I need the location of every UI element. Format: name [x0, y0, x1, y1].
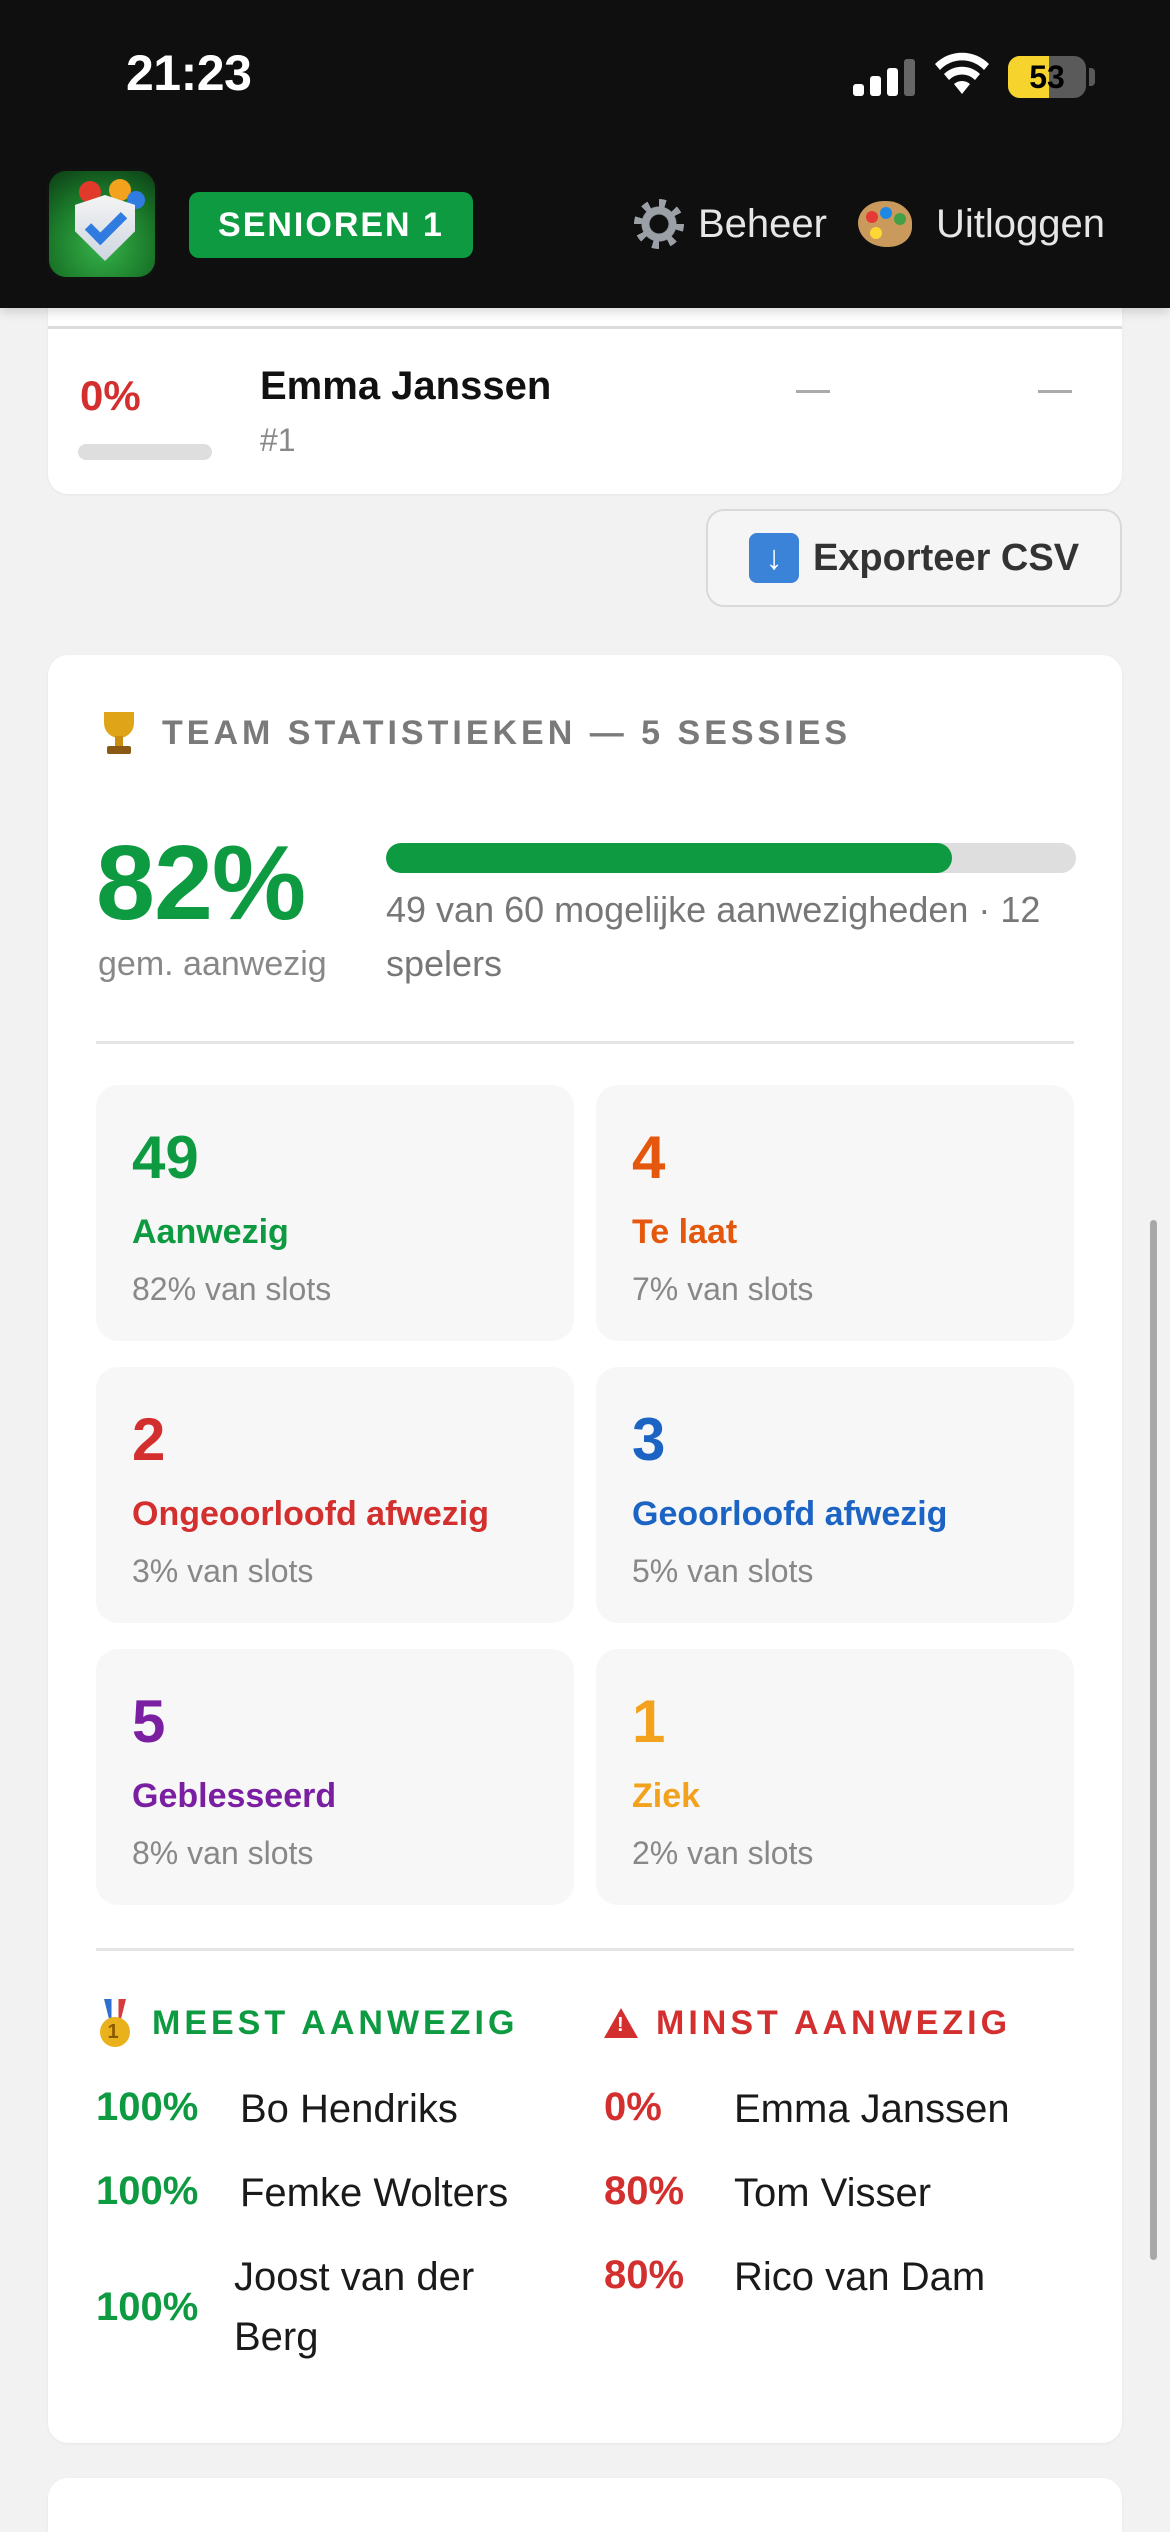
export-csv-label: Exporteer CSV — [812, 536, 1080, 579]
scrollbar[interactable] — [1150, 1220, 1157, 2260]
rank-percent: 80% — [604, 2169, 685, 2213]
tile-value: 3 — [632, 1406, 666, 1473]
app-header: 21:23 53 SENIOREN 1 Beheer Uitloggen — [0, 0, 1170, 308]
stats-title: TEAM STATISTIEKEN — 5 SESSIES — [98, 705, 851, 761]
tile-ziek: 1 Ziek 2% van slots — [596, 1649, 1074, 1905]
attendance-summary: 49 van 60 mogelijke aanwezigheden · 12 s… — [386, 889, 1041, 984]
least-present-title-text: MINST AANWEZIG — [656, 2003, 1012, 2042]
tile-label: Geoorloofd afwezig — [632, 1495, 948, 1533]
rank-percent: 80% — [604, 2253, 685, 2297]
uitloggen-label: Uitloggen — [936, 201, 1106, 246]
tile-value: 5 — [132, 1688, 166, 1755]
palette-icon — [858, 201, 912, 247]
tile-label: Te laat — [632, 1213, 738, 1251]
rank-name: Joost van der Berg — [234, 2255, 475, 2359]
divider — [96, 1948, 1074, 1951]
export-csv-button[interactable]: ↓ Exporteer CSV — [706, 509, 1122, 607]
app-logo[interactable] — [46, 168, 158, 280]
gold-medal-icon: 1 — [98, 1999, 132, 2047]
tile-sub: 3% van slots — [132, 1553, 314, 1589]
rank-name: Emma Janssen — [734, 2087, 1010, 2131]
trophy-icon — [98, 710, 140, 756]
least-present-title: MINST AANWEZIG — [604, 1995, 1011, 2051]
tile-geblesseerd: 5 Geblesseerd 8% van slots — [96, 1649, 574, 1905]
team-stats-card: TEAM STATISTIEKEN — 5 SESSIES 82% gem. a… — [48, 655, 1122, 2443]
tile-te-laat: 4 Te laat 7% van slots — [596, 1085, 1074, 1341]
most-present-title-text: MEEST AANWEZIG — [152, 2003, 519, 2042]
rank-name: Femke Wolters — [240, 2171, 509, 2215]
player-stat-empty-2 — [1038, 390, 1072, 393]
rank-percent: 100% — [96, 2085, 199, 2129]
player-attendance-bar — [78, 444, 212, 460]
team-badge[interactable]: SENIOREN 1 — [189, 192, 473, 258]
player-attendance-percent: 0% — [80, 372, 141, 419]
rank-name: Tom Visser — [734, 2171, 932, 2215]
status-time: 21:23 — [126, 45, 252, 101]
rank-name: Bo Hendriks — [240, 2087, 458, 2131]
cellular-signal-icon — [853, 58, 915, 96]
average-attendance-bar — [386, 843, 1076, 873]
row-divider — [48, 326, 1122, 329]
player-name[interactable]: Emma Janssen — [260, 364, 551, 409]
uitloggen-link[interactable]: Uitloggen — [858, 194, 1105, 254]
tile-sub: 8% van slots — [132, 1835, 314, 1871]
warning-icon — [604, 2008, 638, 2038]
tile-value: 4 — [632, 1124, 666, 1191]
tile-ongeoorloofd-afwezig: 2 Ongeoorloofd afwezig 3% van slots — [96, 1367, 574, 1623]
tile-sub: 5% van slots — [632, 1553, 814, 1589]
beheer-label: Beheer — [698, 201, 827, 246]
battery-level: 53 — [1029, 59, 1065, 95]
tile-aanwezig: 49 Aanwezig 82% van slots — [96, 1085, 574, 1341]
next-card — [48, 2478, 1122, 2532]
rank-percent: 100% — [96, 2285, 199, 2329]
rank-percent: 0% — [604, 2085, 662, 2129]
tile-value: 2 — [132, 1406, 166, 1473]
battery-icon: 53 — [1008, 56, 1086, 98]
rank-name: Rico van Dam — [734, 2255, 986, 2299]
average-attendance-label: gem. aanwezig — [98, 945, 327, 983]
player-rank: #1 — [260, 422, 296, 458]
download-arrow-icon: ↓ — [748, 533, 799, 583]
tile-label: Geblesseerd — [132, 1777, 337, 1815]
player-stat-empty-1 — [796, 390, 830, 393]
tile-value: 49 — [132, 1124, 199, 1191]
divider — [96, 1041, 1074, 1044]
wifi-icon — [935, 52, 989, 94]
rank-percent: 100% — [96, 2169, 199, 2213]
tile-label: Aanwezig — [132, 1213, 289, 1251]
average-attendance-bar-fill — [386, 843, 952, 873]
gear-icon — [634, 199, 684, 249]
beheer-link[interactable]: Beheer — [634, 194, 827, 254]
tile-sub: 7% van slots — [632, 1271, 814, 1307]
battery-cap — [1089, 68, 1095, 86]
tile-label: Ongeoorloofd afwezig — [132, 1495, 489, 1533]
tile-sub: 82% van slots — [132, 1271, 332, 1307]
player-list-card: 0% Emma Janssen #1 — [48, 280, 1122, 494]
tile-value: 1 — [632, 1688, 666, 1755]
tile-sub: 2% van slots — [632, 1835, 814, 1871]
stats-title-text: TEAM STATISTIEKEN — 5 SESSIES — [162, 713, 852, 752]
tile-label: Ziek — [632, 1777, 701, 1815]
tile-geoorloofd-afwezig: 3 Geoorloofd afwezig 5% van slots — [596, 1367, 1074, 1623]
average-attendance-percent: 82% — [96, 824, 306, 942]
most-present-title: 1 MEEST AANWEZIG — [98, 1995, 518, 2051]
